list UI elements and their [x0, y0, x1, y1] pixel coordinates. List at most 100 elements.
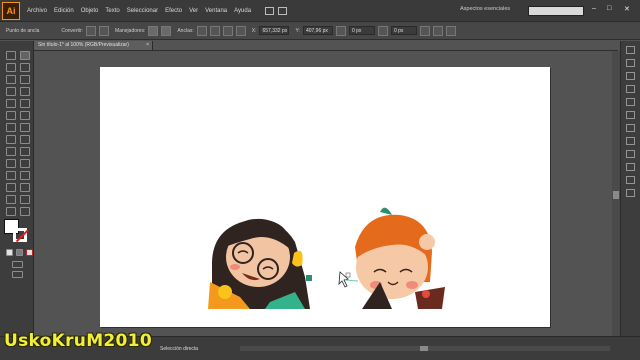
layers-panel-icon[interactable]: [626, 176, 635, 184]
rotate-tool-icon[interactable]: [6, 123, 16, 132]
rectangle-tool-icon[interactable]: [20, 87, 30, 96]
menu-objeto[interactable]: Objeto: [81, 8, 99, 14]
document-tab[interactable]: Sin título-1* al 100% (RGB/Previsualizar…: [34, 41, 153, 50]
y-field[interactable]: 407,96 px: [302, 26, 333, 35]
menu-ventana[interactable]: Ventana: [205, 8, 227, 14]
artboard[interactable]: [100, 67, 550, 327]
tools-panel: [0, 41, 34, 336]
panel-dock: [620, 41, 640, 336]
convert-label: Convertir:: [61, 27, 84, 34]
document-tab-title: Sin título-1* al 100% (RGB/Previsualizar…: [38, 42, 129, 48]
y-label: Y:: [295, 27, 300, 34]
width-icon: [335, 25, 346, 36]
girl-character[interactable]: [208, 218, 312, 309]
graphic-styles-panel-icon[interactable]: [626, 163, 635, 171]
menu-texto[interactable]: Texto: [105, 8, 119, 14]
show-handles-icon[interactable]: [148, 25, 159, 36]
stroke-swatch[interactable]: [13, 228, 27, 242]
menu-efecto[interactable]: Efecto: [165, 8, 182, 14]
type-tool-icon[interactable]: [20, 75, 30, 84]
blend-tool-icon[interactable]: [20, 171, 30, 180]
free-transform-tool-icon[interactable]: [20, 135, 30, 144]
stroke-panel-icon[interactable]: [626, 111, 635, 119]
pencil-tool-icon[interactable]: [20, 99, 30, 108]
isolate-icon[interactable]: [432, 25, 443, 36]
pen-tool-icon[interactable]: [6, 75, 16, 84]
scale-tool-icon[interactable]: [20, 123, 30, 132]
anchor-point-label: Punto de ancla: [6, 27, 40, 34]
hide-handles-icon[interactable]: [161, 25, 172, 36]
convert-smooth-icon[interactable]: [99, 25, 110, 36]
artboards-panel-icon[interactable]: [626, 189, 635, 197]
column-graph-tool-icon[interactable]: [20, 183, 30, 192]
horizontal-scrollbar[interactable]: [240, 346, 610, 351]
paintbrush-tool-icon[interactable]: [6, 99, 16, 108]
width-tool-icon[interactable]: [6, 135, 16, 144]
brushes-panel-icon[interactable]: [626, 85, 635, 93]
gradient-panel-icon[interactable]: [626, 124, 635, 132]
menu-ver[interactable]: Ver: [189, 8, 198, 14]
horizontal-scroll-thumb[interactable]: [420, 346, 428, 351]
close-button[interactable]: ✕: [624, 5, 630, 13]
workspace-switcher[interactable]: Aspectos esenciales: [460, 6, 510, 12]
mesh-tool-icon[interactable]: [6, 159, 16, 168]
slice-tool-icon[interactable]: [20, 195, 30, 204]
hand-tool-icon[interactable]: [6, 207, 16, 216]
close-document-icon[interactable]: ×: [146, 41, 149, 50]
transparency-panel-icon[interactable]: [626, 137, 635, 145]
maximize-button[interactable]: □: [607, 5, 611, 12]
menu-edicion[interactable]: Edición: [54, 8, 74, 14]
link-icon[interactable]: [377, 25, 388, 36]
transform-icon[interactable]: [419, 25, 430, 36]
symbols-panel-icon[interactable]: [626, 98, 635, 106]
menu-ayuda[interactable]: Ayuda: [234, 8, 251, 14]
width-field[interactable]: 0 px: [348, 26, 375, 35]
vertical-scrollbar[interactable]: [612, 51, 620, 336]
illustration[interactable]: [100, 67, 550, 327]
remove-anchor-icon[interactable]: [196, 25, 207, 36]
arrange-documents-icon[interactable]: [278, 6, 288, 15]
fill-stroke-swatches[interactable]: [4, 219, 30, 245]
blob-brush-tool-icon[interactable]: [6, 111, 16, 120]
selection-tool-icon[interactable]: [6, 51, 16, 60]
color-mode-icon[interactable]: [6, 249, 13, 256]
direct-selection-tool-icon[interactable]: [20, 51, 30, 60]
eyedropper-tool-icon[interactable]: [6, 171, 16, 180]
join-icon[interactable]: [222, 25, 233, 36]
artboard-tool-icon[interactable]: [6, 195, 16, 204]
anchors-label: Anclas:: [177, 27, 194, 34]
menu-archivo[interactable]: Archivo: [27, 8, 47, 14]
color-panel-icon[interactable]: [626, 46, 635, 54]
zoom-tool-icon[interactable]: [20, 207, 30, 216]
gradient-tool-icon[interactable]: [20, 159, 30, 168]
control-bar: Punto de ancla Convertir: Manejadores: A…: [0, 22, 640, 40]
symbol-sprayer-tool-icon[interactable]: [6, 183, 16, 192]
magic-wand-tool-icon[interactable]: [6, 63, 16, 72]
gradient-mode-icon[interactable]: [16, 249, 23, 256]
height-field[interactable]: 0 px: [390, 26, 417, 35]
screen-mode-icon[interactable]: [12, 271, 23, 278]
appearance-panel-icon[interactable]: [626, 150, 635, 158]
x-field[interactable]: 657,332 px: [259, 26, 290, 35]
boy-character[interactable]: [355, 207, 445, 309]
vertical-scroll-thumb[interactable]: [613, 191, 619, 199]
menu-seleccionar[interactable]: Seleccionar: [127, 8, 158, 14]
swatches-panel-icon[interactable]: [626, 72, 635, 80]
current-tool-status[interactable]: Selección directa: [160, 346, 198, 352]
minimize-button[interactable]: –: [592, 5, 596, 12]
search-input[interactable]: [528, 6, 584, 16]
convert-corner-icon[interactable]: [86, 25, 97, 36]
cut-path-icon[interactable]: [209, 25, 220, 36]
align-icon[interactable]: [235, 25, 246, 36]
shape-builder-tool-icon[interactable]: [6, 147, 16, 156]
perspective-grid-tool-icon[interactable]: [20, 147, 30, 156]
color-guide-panel-icon[interactable]: [626, 59, 635, 67]
none-mode-icon[interactable]: [26, 249, 33, 256]
line-tool-icon[interactable]: [6, 87, 16, 96]
eraser-tool-icon[interactable]: [20, 111, 30, 120]
lasso-tool-icon[interactable]: [20, 63, 30, 72]
bridge-icon[interactable]: [265, 6, 275, 15]
drawing-mode-icon[interactable]: [12, 261, 23, 268]
handles-label: Manejadores:: [115, 27, 146, 34]
align-panel-icon[interactable]: [445, 25, 456, 36]
